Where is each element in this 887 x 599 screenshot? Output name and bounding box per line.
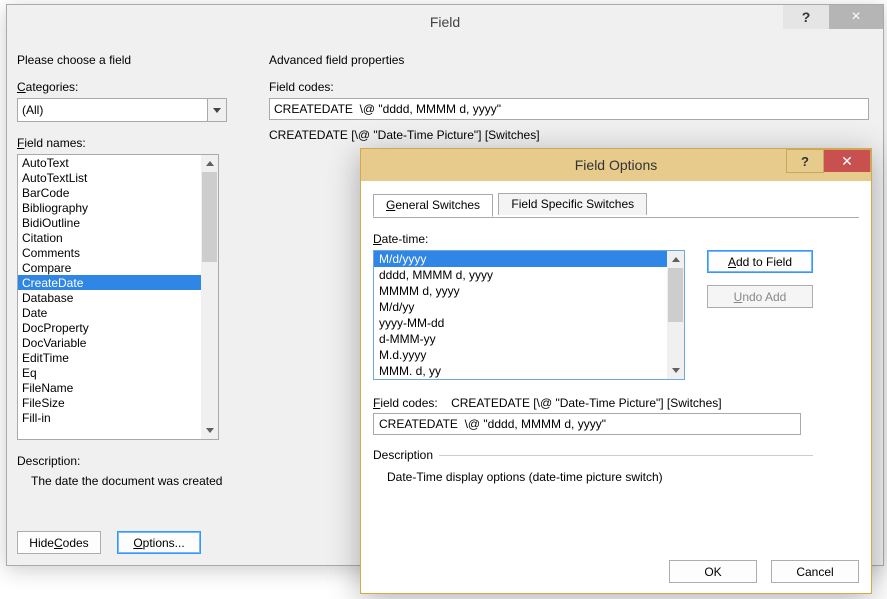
field-codes-syntax: CREATEDATE [\@ "Date-Time Picture"] [Swi… — [269, 128, 869, 142]
close-button[interactable]: ✕ — [824, 149, 871, 172]
choose-field-label: Please choose a field — [17, 53, 247, 67]
list-item[interactable]: FileSize — [18, 395, 201, 410]
hide-codes-button[interactable]: Hide Codes — [17, 531, 101, 554]
list-item[interactable]: DocProperty — [18, 320, 201, 335]
list-item[interactable]: Database — [18, 290, 201, 305]
cancel-button[interactable]: Cancel — [771, 560, 859, 583]
description-text: Date-Time display options (date-time pic… — [373, 468, 813, 494]
list-item[interactable]: M/d/yyyy — [374, 251, 667, 267]
options-title-bar[interactable]: Field Options ? ✕ — [361, 149, 871, 181]
list-item[interactable]: Comments — [18, 245, 201, 260]
add-to-field-button[interactable]: Add to Field — [707, 250, 813, 273]
scroll-thumb[interactable] — [668, 268, 683, 322]
list-item[interactable]: FileName — [18, 380, 201, 395]
list-item[interactable]: EditTime — [18, 350, 201, 365]
list-item[interactable]: M/d/yy — [374, 299, 667, 315]
categories-value: (All) — [22, 103, 43, 117]
list-item[interactable]: Fill-in — [18, 410, 201, 425]
scroll-down-icon[interactable] — [201, 422, 218, 439]
field-names-list[interactable]: AutoTextAutoTextListBarCodeBibliographyB… — [17, 154, 219, 440]
list-item[interactable]: dddd, MMMM d, yyyy — [374, 267, 667, 283]
ok-button[interactable]: OK — [669, 560, 757, 583]
description-text: The date the document was created — [17, 474, 247, 488]
description-label: Description: — [17, 454, 247, 468]
chevron-down-icon[interactable] — [207, 99, 226, 121]
date-time-label: Date-time: — [373, 232, 859, 246]
general-switches-panel: Date-time: M/d/yyyydddd, MMMM d, yyyyMMM… — [373, 218, 859, 494]
list-item[interactable]: MMM. d, yy — [374, 363, 667, 379]
tab-strip: General Switches Field Specific Switches — [373, 193, 859, 218]
list-item[interactable]: AutoText — [18, 155, 201, 170]
list-item[interactable]: BarCode — [18, 185, 201, 200]
undo-add-button: Undo Add — [707, 285, 813, 308]
list-item[interactable]: Citation — [18, 230, 201, 245]
list-item[interactable]: MMMM d, yyyy — [374, 283, 667, 299]
list-item[interactable]: AutoTextList — [18, 170, 201, 185]
categories-combo[interactable]: (All) — [17, 98, 227, 122]
date-time-list[interactable]: M/d/yyyydddd, MMMM d, yyyyMMMM d, yyyyM/… — [373, 250, 685, 380]
field-codes-label: Field codes: — [373, 396, 441, 410]
field-title: Field — [430, 14, 460, 30]
list-item[interactable]: CreateDate — [18, 275, 201, 290]
field-codes-hint: CREATEDATE [\@ "Date-Time Picture"] [Swi… — [451, 396, 722, 410]
scroll-down-icon[interactable] — [667, 362, 684, 379]
advanced-label: Advanced field properties — [269, 53, 869, 67]
options-title: Field Options — [575, 157, 657, 173]
list-item[interactable]: Date — [18, 305, 201, 320]
field-names-label: Field names: — [17, 136, 247, 150]
close-button[interactable]: × — [829, 5, 883, 29]
field-codes-input[interactable] — [373, 413, 801, 435]
right-column: Advanced field properties Field codes: C… — [269, 53, 869, 142]
list-item[interactable]: Compare — [18, 260, 201, 275]
list-item[interactable]: yyyy-MM-dd — [374, 315, 667, 331]
list-item[interactable]: Bibliography — [18, 200, 201, 215]
list-item[interactable]: d-MMM-yy — [374, 331, 667, 347]
list-item[interactable]: DocVariable — [18, 335, 201, 350]
scrollbar[interactable] — [201, 155, 218, 439]
scrollbar[interactable] — [667, 251, 684, 379]
list-item[interactable]: BidiOutline — [18, 215, 201, 230]
help-button[interactable]: ? — [783, 5, 829, 29]
categories-label: Categories: — [17, 80, 247, 94]
options-button[interactable]: Options... — [117, 531, 201, 554]
left-column: Please choose a field Categories: (All) … — [17, 53, 247, 488]
help-button[interactable]: ? — [786, 149, 824, 173]
list-item[interactable]: M.d.yyyy — [374, 347, 667, 363]
field-options-dialog: Field Options ? ✕ General Switches Field… — [360, 148, 872, 594]
scroll-up-icon[interactable] — [667, 251, 684, 268]
scroll-up-icon[interactable] — [201, 155, 218, 172]
field-codes-input[interactable] — [269, 98, 869, 120]
field-codes-label: Field codes: — [269, 80, 869, 94]
field-title-bar[interactable]: Field ? × — [7, 5, 883, 39]
tab-field-specific-switches[interactable]: Field Specific Switches — [498, 193, 647, 215]
list-item[interactable]: Eq — [18, 365, 201, 380]
description-legend: Description — [373, 448, 439, 462]
tab-general-switches[interactable]: General Switches — [373, 194, 493, 217]
scroll-thumb[interactable] — [202, 172, 217, 262]
